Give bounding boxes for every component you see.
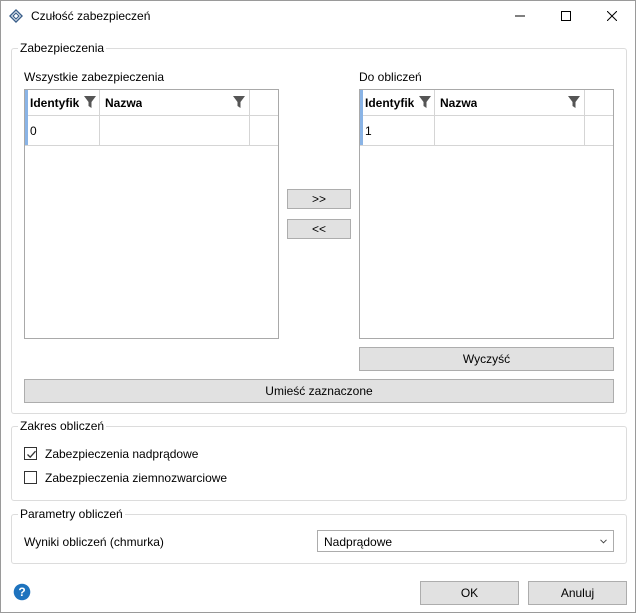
clear-button[interactable]: Wyczyść [359, 347, 614, 371]
minimize-button[interactable] [497, 1, 543, 31]
table-cell-id[interactable]: 0 [25, 116, 100, 146]
earth-fault-label: Zabezpieczenia ziemnozwarciowe [45, 471, 228, 485]
results-select-value: Nadprądowe [324, 535, 393, 549]
filter-icon[interactable] [233, 96, 245, 109]
svg-text:?: ? [18, 585, 25, 599]
chevron-down-icon [600, 539, 607, 544]
maximize-button[interactable] [543, 1, 589, 31]
maximize-icon [561, 11, 571, 21]
dialog-window: Czułość zabezpieczeń Zabezpieczenia Wszy… [0, 0, 636, 613]
app-diamond-icon [9, 9, 23, 23]
add-to-calc-button[interactable]: >> [287, 189, 351, 209]
filter-icon[interactable] [84, 96, 96, 109]
table-cell-id[interactable]: 1 [360, 116, 435, 146]
filter-icon[interactable] [568, 96, 580, 109]
column-header-name[interactable]: Nazwa [435, 90, 585, 116]
column-header-id[interactable]: Identyfik [25, 90, 100, 116]
table-cell-extra [585, 116, 613, 146]
range-group-title: Zakres obliczeń [18, 419, 107, 433]
close-icon [607, 11, 617, 21]
column-header-id[interactable]: Identyfik [360, 90, 435, 116]
column-header-id-label: Identyfik [365, 96, 415, 110]
column-header-name-label: Nazwa [440, 96, 478, 110]
grid-header: Identyfik Nazwa [25, 90, 278, 145]
table-cell-name[interactable] [100, 116, 250, 146]
table-cell-extra [250, 116, 278, 146]
cancel-button[interactable]: Anuluj [528, 581, 627, 605]
window-title: Czułość zabezpieczeń [31, 9, 151, 23]
title-bar[interactable]: Czułość zabezpieczeń [1, 1, 635, 31]
table-cell-name[interactable] [435, 116, 585, 146]
cell-id-value: 0 [30, 124, 37, 138]
overcurrent-label: Zabezpieczenia nadprądowe [45, 447, 199, 461]
column-header-name-label: Nazwa [105, 96, 143, 110]
help-icon[interactable]: ? [13, 583, 31, 601]
all-securities-grid[interactable]: Identyfik Nazwa 0 [24, 89, 279, 339]
range-group: Zakres obliczeń [11, 419, 627, 501]
results-select[interactable]: Nadprądowe [317, 530, 614, 552]
remove-from-calc-button[interactable]: << [287, 219, 351, 239]
column-header-id-label: Identyfik [30, 96, 80, 110]
overcurrent-checkbox[interactable] [24, 447, 37, 460]
grid-header: Identyfik Nazwa [360, 90, 613, 145]
results-label: Wyniki obliczeń (chmurka) [24, 535, 164, 549]
filter-icon[interactable] [419, 96, 431, 109]
close-button[interactable] [589, 1, 635, 31]
selected-securities-grid[interactable]: Identyfik Nazwa 1 [359, 89, 614, 339]
column-header-name[interactable]: Nazwa [100, 90, 250, 116]
place-selected-button[interactable]: Umieść zaznaczone [24, 379, 614, 403]
ok-button[interactable]: OK [420, 581, 519, 605]
selected-securities-label: Do obliczeń [359, 70, 422, 84]
checkmark-icon [27, 450, 36, 459]
minimize-icon [515, 15, 525, 17]
params-group-title: Parametry obliczeń [18, 507, 125, 521]
all-securities-label: Wszystkie zabezpieczenia [24, 70, 165, 84]
cell-id-value: 1 [365, 124, 372, 138]
security-group-title: Zabezpieczenia [18, 41, 107, 55]
earth-fault-checkbox[interactable] [24, 471, 37, 484]
